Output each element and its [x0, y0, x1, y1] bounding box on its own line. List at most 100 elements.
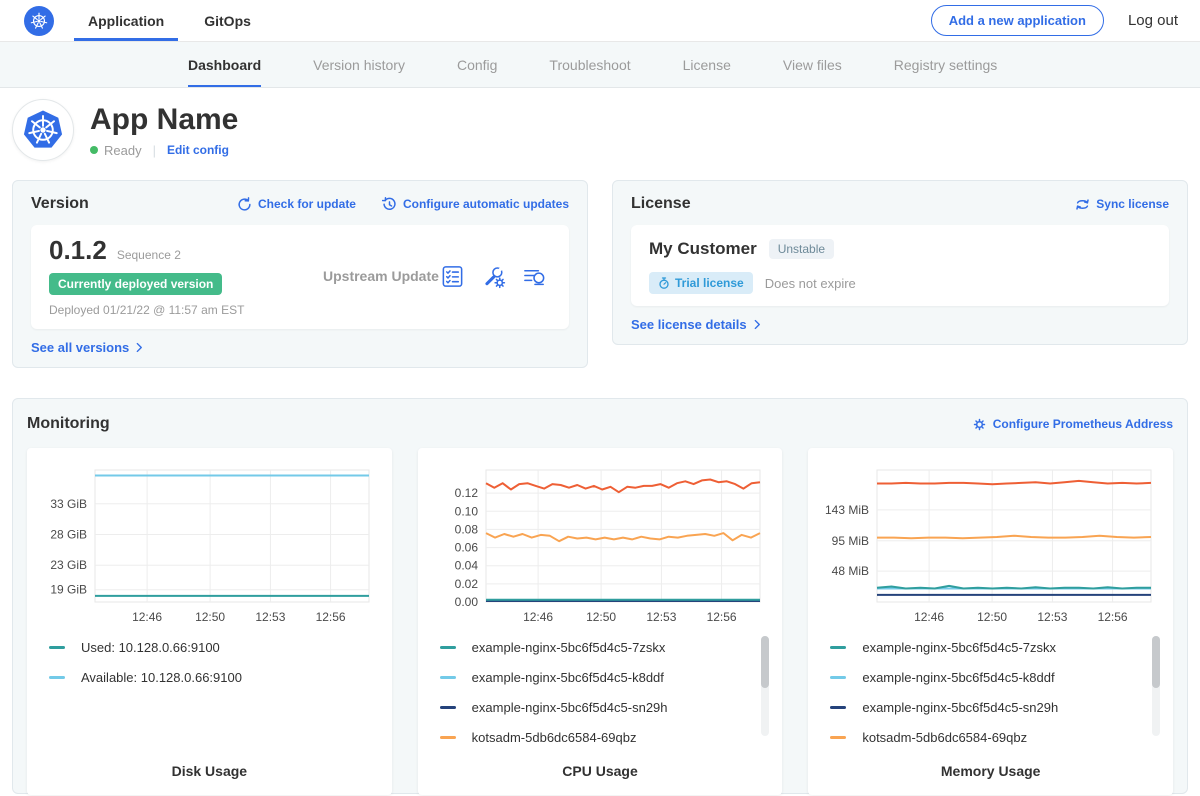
- legend-item: Used: 10.128.0.66:9100: [49, 640, 362, 655]
- customer-name: My Customer: [649, 239, 757, 259]
- legend-swatch: [440, 646, 456, 649]
- memory-usage-chart: 143 MiB95 MiB48 MiB12:4612:5012:5312:56: [818, 460, 1163, 630]
- see-all-versions-link[interactable]: See all versions: [31, 340, 569, 355]
- svg-text:12:50: 12:50: [586, 610, 616, 624]
- legend-label: example-nginx-5bc6f5d4c5-sn29h: [472, 700, 668, 715]
- configure-automatic-updates-button[interactable]: Configure automatic updates: [382, 197, 569, 212]
- check-for-update-button[interactable]: Check for update: [237, 197, 356, 212]
- expiration-text: Does not expire: [765, 276, 856, 291]
- sync-license-button[interactable]: Sync license: [1075, 197, 1169, 212]
- app-header: App Name Ready | Edit config: [0, 88, 1200, 172]
- version-card: Version Check for update Configure au: [12, 180, 588, 368]
- legend-swatch: [49, 676, 65, 679]
- tab-config[interactable]: Config: [457, 42, 497, 87]
- disk-usage-chart-card: 33 GiB28 GiB23 GiB19 GiB12:4612:5012:531…: [27, 448, 392, 795]
- svg-text:12:46: 12:46: [914, 610, 944, 624]
- log-out-button[interactable]: Log out: [1128, 12, 1178, 29]
- tab-license[interactable]: License: [683, 42, 731, 87]
- legend-label: Used: 10.128.0.66:9100: [81, 640, 220, 655]
- gear-icon: [972, 417, 987, 432]
- legend-item: Available: 10.128.0.66:9100: [49, 670, 362, 685]
- refresh-icon: [237, 197, 252, 212]
- app-subnav: Dashboard Version history Config Trouble…: [0, 42, 1200, 88]
- sequence-label: Sequence 2: [117, 248, 181, 262]
- channel-badge: Unstable: [769, 239, 834, 259]
- view-logs-icon[interactable]: [522, 264, 547, 289]
- status-label: Ready: [104, 143, 142, 158]
- app-kubernetes-icon: [12, 99, 74, 161]
- configure-prometheus-button[interactable]: Configure Prometheus Address: [972, 417, 1173, 432]
- legend-scrollbar[interactable]: [1152, 636, 1160, 736]
- svg-text:0.04: 0.04: [455, 559, 479, 573]
- ready-status-dot: [90, 146, 98, 154]
- svg-text:0.08: 0.08: [455, 522, 479, 536]
- svg-text:12:50: 12:50: [195, 610, 225, 624]
- legend-scrollbar-thumb[interactable]: [1152, 636, 1160, 688]
- chart-title: CPU Usage: [428, 757, 773, 787]
- svg-text:48 MiB: 48 MiB: [831, 564, 868, 578]
- svg-text:33 GiB: 33 GiB: [51, 497, 88, 511]
- svg-text:19 GiB: 19 GiB: [51, 583, 88, 597]
- legend-label: kotsadm-5db6dc6584-69qbz: [472, 730, 637, 745]
- kubernetes-logo-icon[interactable]: [24, 6, 54, 36]
- cpu-usage-chart: 0.120.100.080.060.040.020.0012:4612:5012…: [428, 460, 773, 630]
- chevron-right-icon: [136, 342, 143, 353]
- legend-scrollbar[interactable]: [761, 636, 769, 736]
- nav-tab-gitops[interactable]: GitOps: [204, 0, 251, 41]
- disk-usage-chart: 33 GiB28 GiB23 GiB19 GiB12:4612:5012:531…: [37, 460, 382, 630]
- svg-text:12:56: 12:56: [707, 610, 737, 624]
- add-new-application-button[interactable]: Add a new application: [931, 5, 1104, 36]
- see-license-details-link[interactable]: See license details: [631, 317, 1169, 332]
- legend-scrollbar-thumb[interactable]: [761, 636, 769, 688]
- legend-label: Available: 10.128.0.66:9100: [81, 670, 242, 685]
- svg-text:0.12: 0.12: [455, 486, 479, 500]
- cpu-usage-legend: example-nginx-5bc6f5d4c5-7zskx example-ng…: [428, 630, 773, 757]
- tab-dashboard[interactable]: Dashboard: [188, 42, 261, 87]
- svg-text:12:56: 12:56: [1097, 610, 1127, 624]
- legend-swatch: [440, 676, 456, 679]
- legend-item: example-nginx-5bc6f5d4c5-sn29h: [830, 700, 1143, 715]
- legend-swatch: [440, 706, 456, 709]
- legend-swatch: [830, 676, 846, 679]
- legend-label: example-nginx-5bc6f5d4c5-7zskx: [472, 640, 666, 655]
- edit-config-link[interactable]: Edit config: [167, 143, 229, 157]
- deployed-version-badge: Currently deployed version: [49, 273, 222, 295]
- svg-text:12:53: 12:53: [1037, 610, 1067, 624]
- legend-label: example-nginx-5bc6f5d4c5-7zskx: [862, 640, 1056, 655]
- svg-text:0.00: 0.00: [455, 595, 479, 609]
- monitoring-section: Monitoring Configure Prometheus Address …: [12, 398, 1188, 794]
- chevron-right-icon: [754, 319, 761, 330]
- legend-swatch: [440, 736, 456, 739]
- svg-text:12:46: 12:46: [132, 610, 162, 624]
- svg-text:0.10: 0.10: [455, 504, 479, 518]
- legend-item: example-nginx-5bc6f5d4c5-k8ddf: [440, 670, 753, 685]
- stopwatch-icon: [658, 277, 670, 289]
- tab-troubleshoot[interactable]: Troubleshoot: [549, 42, 630, 87]
- tab-view-files[interactable]: View files: [783, 42, 842, 87]
- cpu-usage-chart-card: 0.120.100.080.060.040.020.0012:4612:5012…: [418, 448, 783, 795]
- svg-text:12:53: 12:53: [646, 610, 676, 624]
- tab-version-history[interactable]: Version history: [313, 42, 405, 87]
- update-source-label: Upstream Update: [301, 268, 440, 284]
- chart-title: Disk Usage: [37, 757, 382, 787]
- page-title: App Name: [90, 103, 238, 137]
- config-wrench-icon[interactable]: [481, 264, 506, 289]
- svg-text:28 GiB: 28 GiB: [51, 528, 88, 542]
- disk-usage-legend: Used: 10.128.0.66:9100 Available: 10.128.…: [37, 630, 382, 757]
- clock-refresh-icon: [382, 197, 397, 212]
- tab-registry-settings[interactable]: Registry settings: [894, 42, 997, 87]
- preflight-checks-icon[interactable]: [440, 264, 465, 289]
- memory-usage-chart-card: 143 MiB95 MiB48 MiB12:4612:5012:5312:56 …: [808, 448, 1173, 795]
- chart-title: Memory Usage: [818, 757, 1163, 787]
- legend-item: kotsadm-5db6dc6584-69qbz: [440, 730, 753, 745]
- nav-tab-application[interactable]: Application: [88, 0, 164, 41]
- svg-text:12:46: 12:46: [523, 610, 553, 624]
- deployed-timestamp: Deployed 01/21/22 @ 11:57 am EST: [49, 303, 301, 317]
- legend-item: example-nginx-5bc6f5d4c5-7zskx: [830, 640, 1143, 655]
- license-card: License Sync license My Customer Unstabl…: [612, 180, 1188, 345]
- legend-swatch: [49, 646, 65, 649]
- legend-swatch: [830, 706, 846, 709]
- legend-label: example-nginx-5bc6f5d4c5-k8ddf: [472, 670, 664, 685]
- svg-text:143 MiB: 143 MiB: [825, 503, 869, 517]
- legend-item: kotsadm-5db6dc6584-69qbz: [830, 730, 1143, 745]
